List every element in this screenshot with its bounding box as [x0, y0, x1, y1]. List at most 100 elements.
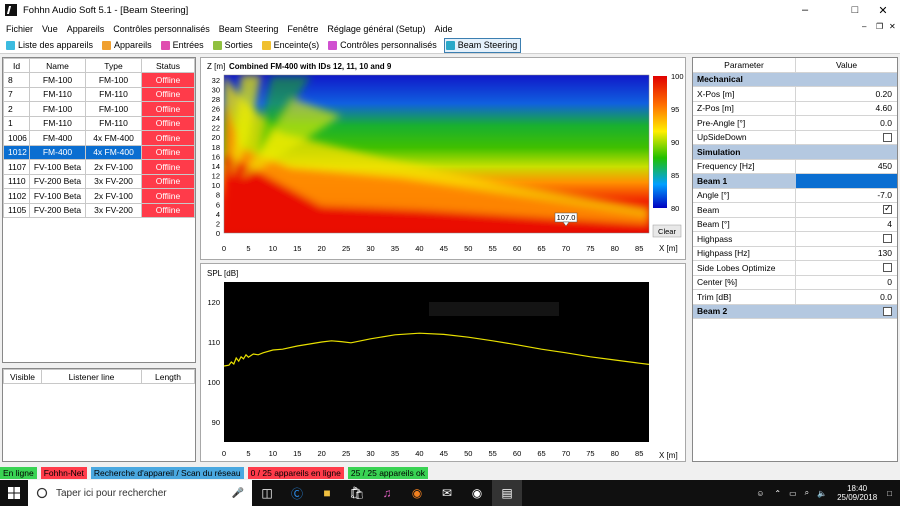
toolbar-btn-6[interactable]: Beam Steering [443, 37, 522, 53]
edge-browser-icon[interactable]: Ⓒ [282, 480, 312, 506]
device-row[interactable]: 1 FM-110 FM-110 Offline [3, 115, 195, 131]
param-row[interactable]: Beam [°] 4 [693, 217, 897, 232]
param-row[interactable]: Highpass [693, 232, 897, 247]
microphone-icon[interactable]: 🎤 [232, 488, 244, 499]
menu-appareils[interactable]: Appareils [67, 24, 105, 34]
param-value[interactable]: 450 [796, 160, 897, 174]
col-name[interactable]: Name [29, 58, 86, 73]
param-row[interactable]: Pre-Angle [°] 0.0 [693, 116, 897, 131]
param-value[interactable]: 4.60 [796, 102, 897, 116]
param-section[interactable]: Beam 2 [693, 304, 897, 319]
param-value[interactable]: 0.0 [796, 290, 897, 304]
param-row[interactable]: Angle [°] -7.0 [693, 188, 897, 203]
mdi-close-button[interactable]: ✕ [889, 22, 896, 31]
menu-aide[interactable]: Aide [434, 24, 452, 34]
clear-button[interactable]: Clear [652, 224, 682, 238]
network-icon[interactable]: ⌕ [805, 488, 809, 498]
coverage-map[interactable]: Z [m] Combined FM-400 with IDs 12, 11, 1… [201, 58, 687, 261]
close-button[interactable]: ✕ [864, 0, 900, 20]
param-row[interactable]: X-Pos [m] 0.20 [693, 87, 897, 102]
param-value[interactable] [796, 131, 897, 145]
param-value[interactable] [796, 305, 897, 319]
col-type[interactable]: Type [85, 58, 142, 73]
file-explorer-icon[interactable]: ■ [312, 480, 342, 506]
col-status[interactable]: Status [141, 58, 195, 73]
fohhn-audio-soft-taskbar-icon[interactable]: ▤ [492, 480, 522, 506]
col-visible[interactable]: Visible [3, 369, 42, 384]
device-row[interactable]: 1107 FV-100 Beta 2x FV-100 Offline [3, 159, 195, 175]
itunes-icon[interactable]: ♫ [372, 480, 402, 506]
minimize-button[interactable]: – [786, 0, 824, 20]
param-value[interactable]: 4 [796, 218, 897, 232]
toolbar-btn-1[interactable]: Appareils [100, 38, 156, 53]
device-row[interactable]: 1102 FV-100 Beta 2x FV-100 Offline [3, 188, 195, 204]
param-value[interactable] [796, 203, 897, 217]
people-icon[interactable]: ☺ [756, 489, 764, 498]
checkbox[interactable] [883, 306, 892, 316]
firefox-icon[interactable]: ◉ [402, 480, 432, 506]
volume-icon[interactable]: 🔈 [817, 489, 827, 498]
col-id[interactable]: Id [3, 58, 30, 73]
param-value[interactable]: 0.0 [796, 116, 897, 130]
clock[interactable]: 18:40 25/09/2018 [837, 484, 877, 502]
start-button[interactable] [0, 480, 28, 506]
menu-setup[interactable]: Réglage général (Setup) [327, 24, 425, 34]
device-row[interactable]: 7 FM-110 FM-110 Offline [3, 86, 195, 102]
task-view-icon[interactable]: ◫ [252, 480, 282, 506]
tray-chevron-icon[interactable]: ⌃ [774, 489, 781, 498]
param-row[interactable]: Frequency [Hz] 450 [693, 159, 897, 174]
param-value[interactable] [796, 73, 897, 87]
param-value[interactable]: -7.0 [796, 189, 897, 203]
param-value[interactable] [796, 232, 897, 246]
col-length[interactable]: Length [141, 369, 195, 384]
param-row[interactable]: Z-Pos [m] 4.60 [693, 101, 897, 116]
param-row[interactable]: UpSideDown [693, 130, 897, 145]
device-row[interactable]: 1105 FV-200 Beta 3x FV-200 Offline [3, 202, 195, 218]
param-row[interactable]: Highpass [Hz] 130 [693, 246, 897, 261]
param-name: Beam 1 [697, 175, 728, 186]
param-row[interactable]: Beam [693, 203, 897, 218]
toolbar-btn-4[interactable]: Enceinte(s) [260, 38, 324, 53]
toolbar-btn-5[interactable]: Contrôles personnalisés [326, 38, 441, 53]
taskbar-search-box[interactable]: Taper ici pour rechercher 🎤 [28, 480, 252, 506]
store-icon[interactable]: 🛍 [342, 480, 372, 506]
param-value[interactable] [796, 145, 897, 159]
battery-icon[interactable]: ▭ [789, 489, 797, 498]
param-value[interactable]: 0.20 [796, 87, 897, 101]
checkbox[interactable] [883, 234, 892, 244]
mdi-minimize-button[interactable]: – [862, 22, 866, 31]
menu-vue[interactable]: Vue [42, 24, 58, 34]
param-value[interactable] [796, 261, 897, 275]
menu-fenetre[interactable]: Fenêtre [287, 24, 318, 34]
notifications-icon[interactable]: □ [887, 489, 892, 498]
param-value[interactable]: 0 [796, 276, 897, 290]
param-row[interactable]: Trim [dB] 0.0 [693, 290, 897, 305]
param-row[interactable]: Center [%] 0 [693, 275, 897, 290]
param-value[interactable] [796, 174, 897, 188]
menu-beam-steering[interactable]: Beam Steering [219, 24, 279, 34]
spl-chart[interactable]: SPL [dB] 120 110 100 90 0 5 10 15 20 25 30 35 40 45 5… [201, 264, 687, 463]
param-section[interactable]: Simulation [693, 145, 897, 160]
device-row[interactable]: 2 FM-100 FM-100 Offline [3, 101, 195, 117]
checkbox[interactable] [883, 263, 892, 273]
mail-icon[interactable]: ✉ [432, 480, 462, 506]
checkbox[interactable] [883, 132, 892, 142]
menu-controles[interactable]: Contrôles personnalisés [113, 24, 210, 34]
col-listener-line[interactable]: Listener line [41, 369, 142, 384]
device-row[interactable]: 1006 FM-400 4x FM-400 Offline [3, 130, 195, 146]
param-section[interactable]: Mechanical [693, 72, 897, 87]
device-row[interactable]: 1110 FV-200 Beta 3x FV-200 Offline [3, 173, 195, 189]
checkbox[interactable] [883, 203, 892, 215]
toolbar-btn-0[interactable]: Liste des appareils [4, 38, 97, 53]
param-value[interactable]: 130 [796, 247, 897, 261]
device-row[interactable]: 8 FM-100 FM-100 Offline [3, 72, 195, 88]
device-row[interactable]: 1012 FM-400 4x FM-400 Offline [3, 144, 195, 160]
param-row[interactable]: Side Lobes Optimize [693, 261, 897, 276]
menu-fichier[interactable]: Fichier [6, 24, 33, 34]
toolbar-btn-2[interactable]: Entrées [159, 38, 208, 53]
media-app-icon[interactable]: ◉ [462, 480, 492, 506]
param-section[interactable]: Beam 1 [693, 174, 897, 189]
toolbar-btn-3[interactable]: Sorties [211, 38, 257, 53]
mdi-restore-button[interactable]: ❐ [876, 22, 883, 31]
device-cell: 2x FV-100 [85, 188, 142, 204]
